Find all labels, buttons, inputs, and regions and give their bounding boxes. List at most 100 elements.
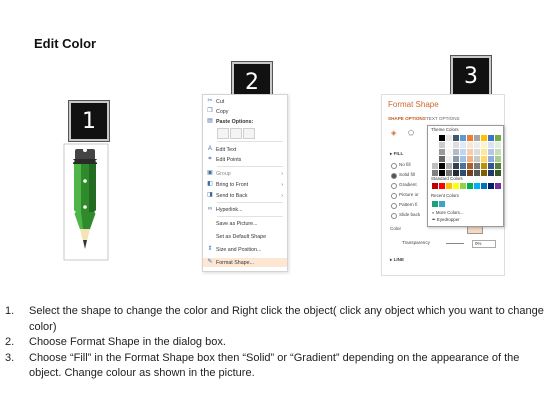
menu-item-size-and-position[interactable]: ⇕ Size and Position... [203,245,287,254]
color-swatch[interactable] [474,170,480,176]
tab-text-options[interactable]: TEXT OPTIONS [426,116,460,121]
line-section-header[interactable]: ▸ LINE [390,257,404,263]
color-swatch[interactable] [460,156,466,162]
menu-item-group[interactable]: ▣ Group › [203,169,287,178]
color-swatch[interactable] [467,142,473,148]
color-swatch[interactable] [453,149,459,155]
menu-item-bring-to-front[interactable]: ◧ Bring to Front › [203,180,287,189]
color-swatch[interactable] [467,135,473,141]
effects-icon[interactable]: ⬠ [408,129,414,137]
menu-item-edit-points[interactable]: ⌗ Edit Points [203,155,287,164]
color-swatch[interactable] [453,142,459,148]
color-swatch[interactable] [432,201,438,207]
color-swatch[interactable] [453,156,459,162]
color-swatch[interactable] [439,163,445,169]
color-swatch[interactable] [474,142,480,148]
fill-line-icon[interactable]: ◈ [391,129,396,137]
pencil-shape[interactable] [62,143,110,261]
color-swatch[interactable] [474,183,480,189]
color-swatch[interactable] [488,135,494,141]
menu-item-set-default-shape[interactable]: Set as Default Shape [203,232,287,241]
color-swatch[interactable] [439,142,445,148]
transparency-input[interactable]: 0% [472,240,496,248]
color-swatch[interactable] [481,142,487,148]
color-swatch[interactable] [467,149,473,155]
color-swatch[interactable] [460,142,466,148]
color-swatch[interactable] [432,163,438,169]
color-swatch[interactable] [467,156,473,162]
color-swatch[interactable] [474,163,480,169]
color-swatch[interactable] [467,183,473,189]
color-swatch[interactable] [453,135,459,141]
color-swatch[interactable] [446,163,452,169]
paste-option-button[interactable] [243,128,255,139]
color-swatch[interactable] [474,135,480,141]
color-swatch[interactable] [495,183,501,189]
color-swatch[interactable] [460,163,466,169]
color-swatch[interactable] [467,163,473,169]
menu-item-save-as-picture[interactable]: Save as Picture... [203,219,287,228]
color-swatch[interactable] [439,183,445,189]
radio-slide-background[interactable] [391,213,397,219]
color-swatch[interactable] [474,156,480,162]
radio-pattern[interactable] [391,203,397,209]
menu-item-cut[interactable]: ✂ Cut [203,97,287,106]
color-swatch[interactable] [495,170,501,176]
color-swatch[interactable] [432,135,438,141]
color-swatch[interactable] [495,149,501,155]
color-swatch[interactable] [488,149,494,155]
more-colors-option[interactable]: ◐ More Colors... [432,210,463,215]
color-swatch[interactable] [488,156,494,162]
color-swatch[interactable] [460,135,466,141]
color-swatch[interactable] [446,135,452,141]
color-swatch[interactable] [432,149,438,155]
color-swatch[interactable] [495,156,501,162]
menu-separator [217,141,283,142]
color-swatch[interactable] [453,163,459,169]
transparency-slider[interactable] [446,243,464,244]
menu-item-send-to-back[interactable]: ◨ Send to Back › [203,191,287,200]
color-swatch[interactable] [481,183,487,189]
color-swatch[interactable] [467,170,473,176]
color-swatch[interactable] [460,183,466,189]
color-swatch[interactable] [495,142,501,148]
color-swatch[interactable] [432,142,438,148]
fill-section-header[interactable]: ▸ FILL [390,151,403,157]
color-swatch[interactable] [446,183,452,189]
radio-picture[interactable] [391,193,397,199]
radio-solid-fill[interactable] [391,173,397,179]
color-swatch[interactable] [439,149,445,155]
color-swatch[interactable] [481,163,487,169]
menu-item-copy[interactable]: ❐ Copy [203,107,287,116]
tab-shape-options[interactable]: SHAPE OPTIONS [388,116,426,121]
radio-no-fill[interactable] [391,163,397,169]
color-swatch[interactable] [446,142,452,148]
radio-gradient[interactable] [391,183,397,189]
color-swatch[interactable] [439,135,445,141]
color-swatch[interactable] [439,201,445,207]
color-swatch[interactable] [460,149,466,155]
color-swatch[interactable] [474,149,480,155]
menu-item-hyperlink[interactable]: ∞ Hyperlink... [203,205,287,214]
color-swatch[interactable] [495,163,501,169]
eyedropper-option[interactable]: ✒ Eyedropper [432,217,460,223]
color-swatch[interactable] [446,149,452,155]
paste-option-button[interactable] [217,128,229,139]
color-swatch[interactable] [453,183,459,189]
menu-item-format-shape[interactable]: ✎ Format Shape... [203,258,287,267]
color-swatch[interactable] [481,149,487,155]
color-swatch[interactable] [439,156,445,162]
color-swatch[interactable] [488,163,494,169]
color-swatch[interactable] [432,156,438,162]
color-swatch[interactable] [481,170,487,176]
color-swatch[interactable] [481,135,487,141]
color-swatch[interactable] [432,183,438,189]
paste-option-button[interactable] [230,128,242,139]
color-swatch[interactable] [488,183,494,189]
color-swatch[interactable] [488,142,494,148]
color-swatch[interactable] [446,156,452,162]
color-swatch[interactable] [488,170,494,176]
color-swatch[interactable] [481,156,487,162]
color-swatch[interactable] [495,135,501,141]
menu-item-edit-text[interactable]: A Edit Text [203,145,287,154]
